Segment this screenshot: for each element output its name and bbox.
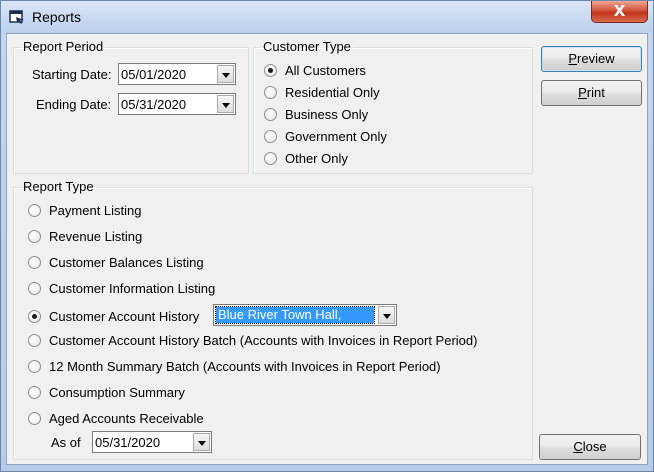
close-window-button[interactable]: X bbox=[591, 1, 648, 23]
report-type-option-label: Consumption Summary bbox=[49, 385, 185, 400]
customer-account-dropdown[interactable]: Blue River Town Hall, bbox=[213, 304, 397, 326]
customer-type-option-label: Business Only bbox=[285, 107, 369, 122]
ending-date-dropdown[interactable]: 05/31/2020 bbox=[118, 93, 236, 115]
radio-button[interactable] bbox=[28, 230, 41, 243]
as-of-date-dropdown[interactable]: 05/31/2020 bbox=[92, 431, 212, 453]
radio-button[interactable] bbox=[28, 360, 41, 373]
starting-date-dropdown[interactable]: 05/01/2020 bbox=[118, 63, 236, 85]
ending-date-value: 05/31/2020 bbox=[121, 97, 187, 112]
close-accelerator: C bbox=[573, 439, 583, 454]
starting-date-label: Starting Date: bbox=[32, 67, 112, 82]
report-type-option-label: Aged Accounts Receivable bbox=[49, 411, 204, 426]
ending-date-label: Ending Date: bbox=[36, 97, 112, 112]
radio-button[interactable] bbox=[28, 412, 41, 425]
close-icon: X bbox=[613, 2, 626, 20]
chevron-down-icon[interactable] bbox=[217, 65, 234, 83]
radio-button[interactable] bbox=[264, 108, 277, 121]
radio-button[interactable] bbox=[264, 152, 277, 165]
report-type-option-label: Customer Account History bbox=[49, 309, 200, 324]
reports-window-icon bbox=[9, 10, 24, 24]
as-of-label: As of bbox=[51, 435, 81, 450]
chevron-down-icon[interactable] bbox=[217, 95, 234, 113]
chevron-down-icon[interactable] bbox=[378, 306, 395, 324]
print-label: rint bbox=[586, 85, 605, 100]
report-type-option-label: Customer Information Listing bbox=[49, 281, 216, 296]
close-label: lose bbox=[582, 439, 607, 454]
print-button[interactable]: Print bbox=[541, 80, 642, 106]
report-type-option-label: Payment Listing bbox=[49, 203, 142, 218]
customer-type-option-label: Residential Only bbox=[285, 85, 380, 100]
dialog-client-area: Report Period Starting Date: 05/01/2020 … bbox=[6, 33, 648, 465]
customer-type-option-label: All Customers bbox=[285, 63, 366, 78]
radio-button[interactable] bbox=[264, 86, 277, 99]
report-type-legend: Report Type bbox=[23, 179, 94, 194]
radio-button[interactable] bbox=[28, 386, 41, 399]
radio-button[interactable] bbox=[28, 310, 41, 323]
radio-button[interactable] bbox=[28, 256, 41, 269]
radio-button[interactable] bbox=[264, 64, 277, 77]
as-of-date-value: 05/31/2020 bbox=[95, 435, 161, 450]
radio-button[interactable] bbox=[264, 130, 277, 143]
window-title: Reports bbox=[32, 9, 82, 25]
preview-button[interactable]: Preview bbox=[541, 46, 642, 72]
reports-window: Reports X Report Period Starting Date: 0… bbox=[0, 0, 654, 472]
report-type-option-label: Customer Balances Listing bbox=[49, 255, 204, 270]
close-button[interactable]: Close bbox=[539, 434, 641, 460]
customer-type-option-label: Other Only bbox=[285, 151, 348, 166]
print-accelerator: P bbox=[578, 85, 587, 100]
customer-account-value: Blue River Town Hall, bbox=[215, 306, 375, 324]
radio-button[interactable] bbox=[28, 282, 41, 295]
starting-date-value: 05/01/2020 bbox=[121, 67, 187, 82]
title-bar[interactable]: Reports X bbox=[1, 1, 653, 33]
preview-label: review bbox=[577, 51, 615, 66]
report-type-option-label: Customer Account History Batch (Accounts… bbox=[49, 333, 478, 348]
radio-button[interactable] bbox=[28, 204, 41, 217]
radio-button[interactable] bbox=[28, 334, 41, 347]
report-type-option-label: 12 Month Summary Batch (Accounts with In… bbox=[49, 359, 441, 374]
chevron-down-icon[interactable] bbox=[193, 433, 210, 451]
customer-type-option-label: Government Only bbox=[285, 129, 387, 144]
report-period-legend: Report Period bbox=[23, 39, 104, 54]
report-type-option-label: Revenue Listing bbox=[49, 229, 143, 244]
preview-accelerator: P bbox=[568, 51, 578, 66]
customer-type-legend: Customer Type bbox=[263, 39, 351, 54]
